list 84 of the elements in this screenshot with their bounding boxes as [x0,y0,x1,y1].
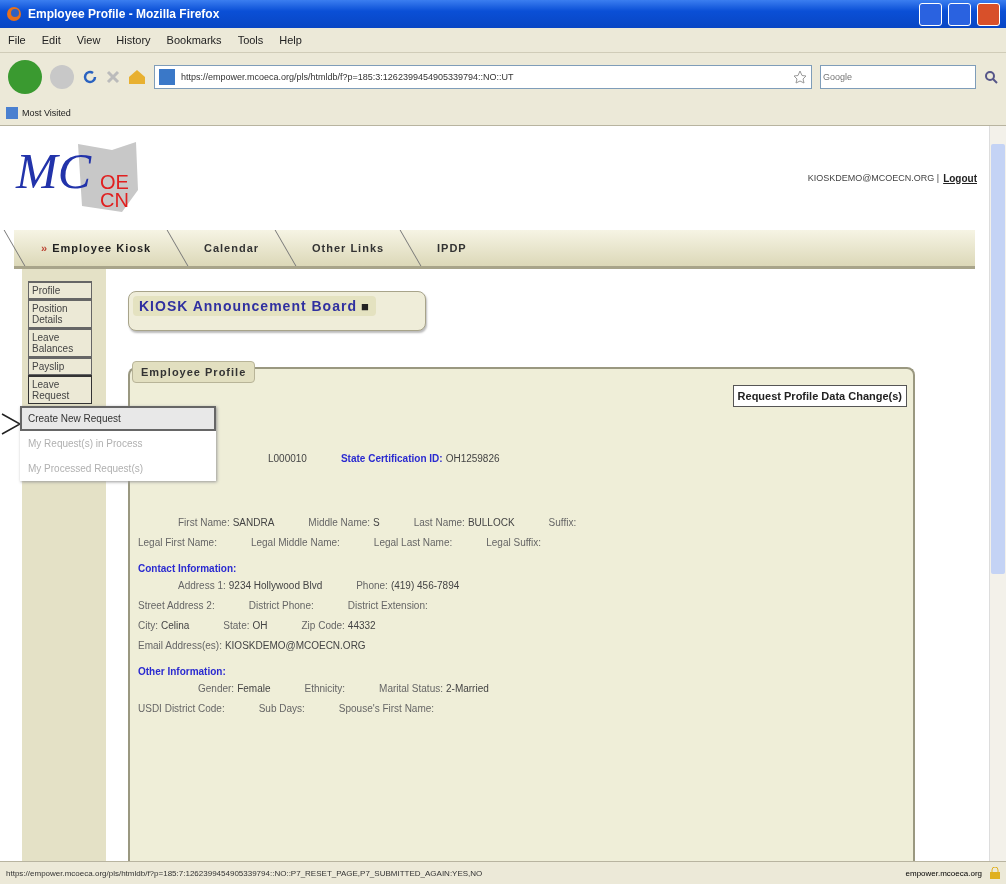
menu-item[interactable]: History [116,34,151,46]
field-label: District Extension: [347,600,428,613]
menu-item[interactable]: Tools [237,34,264,46]
url-field[interactable]: https://empower.mcoeca.org/pls/htmldb/f?p=185:3:1262399454905339794::NO::UT [154,65,812,89]
menu-item[interactable]: Edit [41,34,61,46]
star-icon[interactable] [793,70,807,84]
sidebar-tab[interactable]: Profile [28,281,92,299]
field-label: Legal Last Name: [373,537,453,550]
field-value: (419) 456-7894 [390,580,460,593]
sidebar-tab[interactable]: Leave Request [28,375,92,404]
section-heading: Contact Information: [138,563,238,574]
field-label: First Name: [178,517,230,530]
menu-item[interactable]: Help [279,34,302,46]
field-value: 2-Married [446,683,489,696]
field-label: Marital Status: [379,683,443,696]
field-label: Legal First Name: [138,537,217,550]
field-label: Legal Middle Name: [250,537,340,550]
logo-mark: OE [100,172,129,192]
sidebar-tab[interactable]: Position Details [28,299,92,328]
field-label: District Phone: [248,600,314,613]
field-label: Address 1: [178,580,226,593]
field-value: L000010 [268,453,307,466]
lock-icon [990,867,1000,879]
field-label: Street Address 2: [138,600,215,613]
sidebar-tab[interactable]: Leave Balances [28,328,92,357]
field-label: USDI District Code: [138,703,225,716]
field-value: Female [237,683,271,696]
nav-tab[interactable]: » Employee Kiosk [3,230,188,266]
back-button[interactable] [8,60,42,94]
window-title: Employee Profile - Mozilla Firefox [28,7,221,21]
field-label: Sub Days: [258,703,305,716]
logo-mark: CN [100,190,129,210]
stop-icon[interactable] [106,70,120,84]
field-label: State Certification ID: [340,453,443,466]
field-value: S [373,517,380,530]
home-icon[interactable] [128,69,146,85]
nav-tab[interactable]: IPDP [400,230,504,266]
status-url: https://empower.mcoeca.org/pls/htmldb/f?p=185:7:1262399454905339794::NO::P7_RESET_PAGE,P7_SUBMITTED_AGAIN:YES,NO [6,868,484,878]
field-value: KIOSKDEMO@MCOECN.ORG [224,640,366,653]
field-value: Celina [161,620,190,633]
menu-item[interactable]: View [76,34,101,46]
firefox-icon [6,6,22,22]
field-label: Suffix: [548,517,577,530]
field-label: Spouse's First Name: [338,703,435,716]
scrollbar[interactable] [989,126,1006,861]
field-label: Last Name: [413,517,465,530]
field-value: BULLOCK [467,517,515,530]
search-icon[interactable] [984,70,998,84]
field-value: 9234 Hollywood Blvd [228,580,323,593]
field-value: 44332 [347,620,376,633]
bookmark-icon [6,107,18,119]
field-value: SANDRA [232,517,275,530]
menu-item[interactable]: Bookmarks [166,34,222,46]
field-value: OH [252,620,268,633]
field-label: Gender: [198,683,235,696]
minimize-button[interactable] [919,2,942,26]
field-label: Ethnicity: [304,683,346,696]
maximize-button[interactable] [948,2,971,26]
request-change-button[interactable]: Request Profile Data Change(s) [732,385,907,407]
field-label: Phone: [356,580,388,593]
field-label: Middle Name: [308,517,371,530]
field-label: Zip Code: [301,620,345,633]
dropdown-item[interactable]: Create New Request [20,406,216,431]
field-label: Email Address(es): [138,640,222,653]
menu-item[interactable]: File [8,34,26,46]
panel-title: Employee Profile [132,361,256,383]
close-button[interactable] [977,2,1000,26]
status-host: empower.mcoeca.org [905,868,982,878]
search-field[interactable]: Google [820,65,976,89]
logout-link[interactable]: Logout [943,172,977,184]
field-value: OH1259826 [445,453,500,466]
bookmark-link[interactable]: Most Visited [22,108,71,118]
logo-initials: MC [16,142,93,200]
nav-tab[interactable]: Other Links [274,230,421,266]
field-label: State: [223,620,250,633]
section-heading: Other Information: [138,666,227,677]
user-email: KIOSKDEMO@MCOECN.ORG | [807,173,940,183]
field-label: Legal Suffix: [486,537,542,550]
board-title: KIOSK Announcement Board ■ [133,296,376,316]
field-label: City: [138,620,158,633]
sidebar-tab[interactable]: Payslip [28,357,92,375]
site-icon [159,69,175,85]
reload-icon[interactable] [82,69,98,85]
nav-tab[interactable]: Calendar [166,230,296,266]
